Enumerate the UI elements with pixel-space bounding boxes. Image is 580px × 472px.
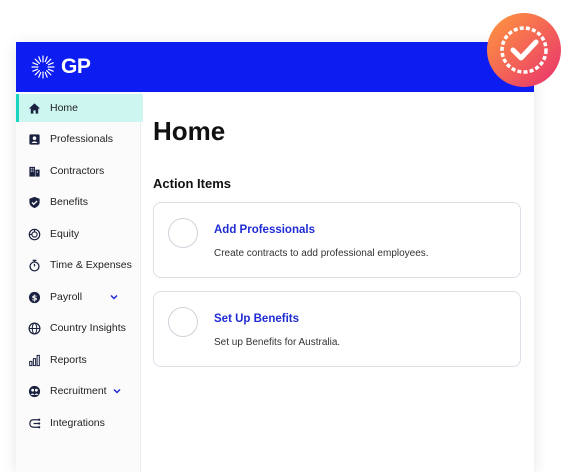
action-card-add-professionals[interactable]: Add Professionals Create contracts to ad… [153, 202, 521, 278]
stopwatch-icon [27, 258, 41, 272]
sidebar-item-contractors[interactable]: Contractors [16, 157, 140, 185]
sidebar-item-professionals[interactable]: Professionals [16, 125, 140, 153]
sidebar-item-label: Benefits [50, 196, 88, 208]
app-window: GP Home Professionals Contractors Benefi… [16, 42, 534, 472]
sidebar-item-label: Country Insights [50, 322, 126, 334]
sidebar-item-label: Recruitment [50, 385, 107, 397]
section-title-action-items: Action Items [153, 176, 232, 191]
dollar-circle-icon: $ [27, 290, 41, 304]
action-card-set-up-benefits[interactable]: Set Up Benefits Set up Benefits for Aust… [153, 291, 521, 367]
status-circle-icon [168, 218, 198, 248]
card-description: Create contracts to add professional emp… [214, 248, 429, 259]
sidebar-item-label: Integrations [50, 417, 105, 429]
sidebar-item-label: Payroll [50, 291, 83, 303]
verified-badge-icon [487, 13, 561, 87]
bar-chart-icon [27, 353, 41, 367]
people-icon [27, 384, 41, 398]
top-bar: GP [16, 42, 534, 92]
sidebar-item-label: Reports [50, 354, 87, 366]
sidebar-item-home[interactable]: Home [16, 94, 143, 122]
svg-text:$: $ [31, 292, 37, 302]
id-badge-icon [27, 132, 41, 146]
sidebar-item-reports[interactable]: Reports [16, 346, 140, 374]
sidebar-item-payroll[interactable]: $ Payroll [16, 283, 140, 311]
chevron-down-icon[interactable] [110, 293, 118, 301]
status-circle-icon [168, 307, 198, 337]
equity-icon [27, 227, 41, 241]
main-content: Home Action Items Add Professionals Crea… [141, 92, 534, 472]
sidebar-item-label: Professionals [50, 133, 114, 145]
integrations-icon [27, 416, 41, 430]
sidebar-item-equity[interactable]: Equity [16, 220, 140, 248]
page-title: Home [153, 116, 226, 146]
chevron-down-icon[interactable] [113, 387, 121, 395]
sidebar-item-recruitment[interactable]: Recruitment [16, 377, 140, 405]
sidebar-item-time-expenses[interactable]: Time & Expenses [16, 251, 140, 279]
card-title[interactable]: Set Up Benefits [214, 313, 299, 325]
sidebar-item-label: Contractors [50, 165, 105, 177]
sidebar-item-label: Home [50, 102, 79, 114]
sidebar-item-country-insights[interactable]: Country Insights [16, 314, 140, 342]
sidebar-item-benefits[interactable]: Benefits [16, 188, 140, 216]
sidebar-item-integrations[interactable]: Integrations [16, 409, 140, 437]
sidebar-item-label: Time & Expenses [50, 259, 132, 271]
sidebar: Home Professionals Contractors Benefits [16, 92, 143, 472]
card-title[interactable]: Add Professionals [214, 224, 315, 236]
card-description: Set up Benefits for Australia. [214, 337, 341, 348]
brand-name: GP [61, 55, 91, 78]
logo[interactable]: GP [30, 54, 91, 80]
sidebar-item-label: Equity [50, 228, 80, 240]
shield-check-icon [27, 195, 41, 209]
building-icon [27, 164, 41, 178]
home-icon [27, 101, 41, 115]
logo-burst-icon [31, 55, 55, 79]
globe-icon [27, 321, 41, 335]
